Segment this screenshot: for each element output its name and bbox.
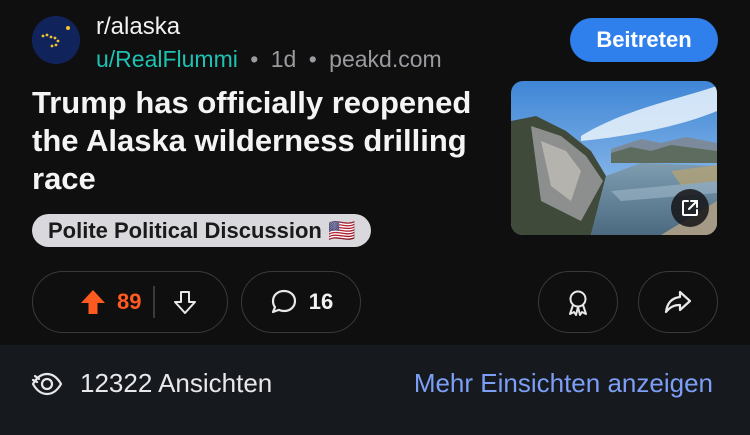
comment-count: 16: [308, 289, 334, 314]
alaska-flag-icon: [32, 16, 80, 64]
separator: •: [250, 46, 259, 72]
vote-count: 89: [117, 289, 142, 314]
external-link-icon[interactable]: [671, 189, 709, 227]
share-button[interactable]: [638, 271, 718, 333]
upvote-button[interactable]: [33, 272, 111, 332]
join-button[interactable]: Beitreten: [570, 18, 718, 62]
author-link[interactable]: u/RealFlummi: [96, 46, 238, 72]
post-byline: u/RealFlummi • 1d • peakd.com: [96, 44, 442, 74]
downvote-arrow-icon: [173, 291, 196, 314]
share-arrow-icon: [664, 290, 692, 314]
post-actions: 89 16: [32, 271, 718, 335]
view-count: 12322 Ansichten: [80, 368, 273, 398]
eye-icon: [31, 372, 63, 396]
post-domain[interactable]: peakd.com: [329, 46, 442, 72]
subreddit-avatar[interactable]: [32, 16, 80, 64]
post-header: r/alaska u/RealFlummi • 1d • peakd.com B…: [32, 12, 718, 76]
downvote-button[interactable]: [155, 272, 215, 332]
subreddit-name[interactable]: r/alaska: [96, 12, 442, 42]
vote-control: 89: [32, 271, 228, 333]
post-age: 1d: [270, 46, 297, 72]
post-meta: r/alaska u/RealFlummi • 1d • peakd.com: [96, 12, 442, 74]
more-insights-link[interactable]: Mehr Einsichten anzeigen: [414, 367, 713, 399]
insights-bar: 12322 Ansichten Mehr Einsichten anzeigen: [0, 345, 750, 435]
post-thumbnail[interactable]: [511, 81, 717, 235]
post-flair[interactable]: Polite Political Discussion 🇺🇸: [32, 214, 372, 247]
post-title[interactable]: Trump has officially reopened the Alaska…: [32, 84, 472, 198]
post-card[interactable]: r/alaska u/RealFlummi • 1d • peakd.com B…: [0, 0, 750, 435]
award-button[interactable]: [538, 271, 618, 333]
comment-bubble-icon: [271, 289, 296, 314]
upvote-arrow-icon: [81, 290, 105, 314]
comment-button[interactable]: 16: [241, 271, 361, 333]
award-ribbon-icon: [569, 290, 587, 316]
separator: •: [308, 46, 317, 72]
